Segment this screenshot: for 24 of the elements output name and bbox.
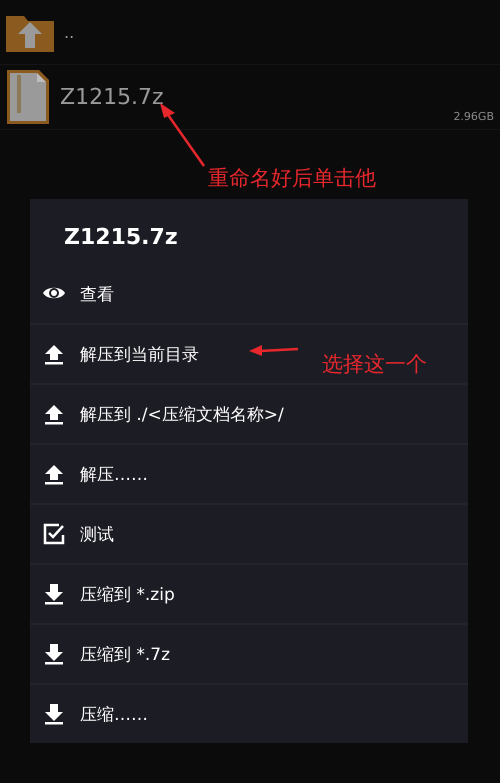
menu-item[interactable]: 压缩到 *.zip [30, 565, 468, 625]
menu-item[interactable]: 查看 [30, 265, 468, 325]
file-name: Z1215.7z [60, 84, 164, 110]
annotation-text: 选择这一个 [322, 351, 427, 378]
archive-file-icon [6, 69, 50, 125]
menu-item[interactable]: 测试 [30, 505, 468, 565]
upload-icon [42, 462, 66, 486]
arrow [248, 344, 300, 356]
file-name: .. [64, 22, 74, 42]
menu-item[interactable]: 压缩到 *.7z [30, 625, 468, 685]
download-icon [42, 582, 66, 606]
file-size: 2.96GB [453, 110, 494, 123]
upload-icon [42, 342, 66, 366]
file-row[interactable]: Z1215.7z 2.96GB [0, 65, 500, 130]
menu-item[interactable]: 解压…… [30, 445, 468, 505]
menu-item[interactable]: 解压到 ./<压缩文档名称>/ [30, 385, 468, 445]
download-icon [42, 642, 66, 666]
checkbox-icon [42, 522, 66, 546]
file-row[interactable]: .. [0, 0, 500, 65]
menu-item[interactable]: 压缩…… [30, 685, 468, 743]
download-icon [42, 702, 66, 726]
upload-icon [42, 402, 66, 426]
menu-title: Z1215.7z [63, 224, 179, 252]
annotation-text: 重命名好后单击他 [208, 165, 376, 192]
